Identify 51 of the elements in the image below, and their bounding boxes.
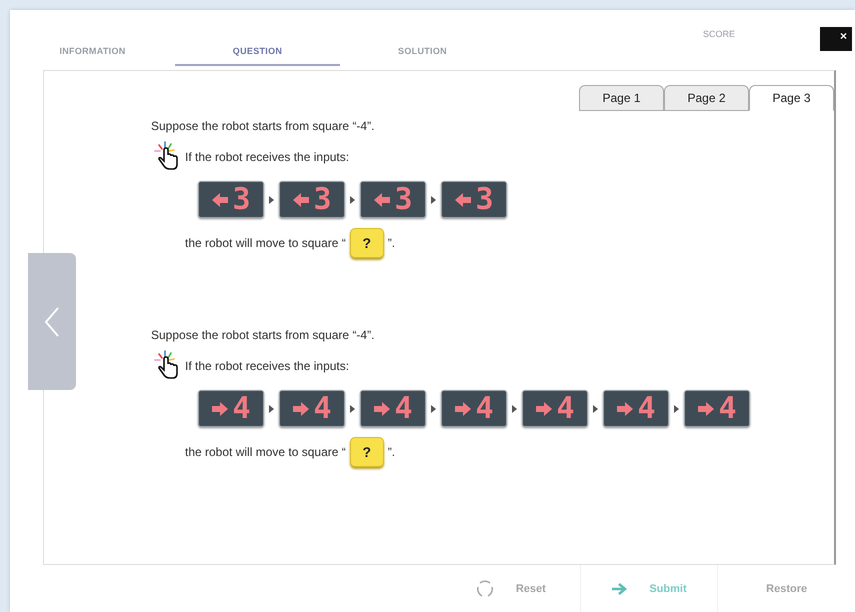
reset-icon	[476, 578, 494, 598]
question-text: Suppose the robot starts from square “-4”.	[151, 328, 376, 342]
arrow-icon	[211, 400, 230, 418]
answer-button[interactable]: ?	[350, 437, 384, 467]
page-tab[interactable]: Page 2	[664, 85, 749, 111]
arrow-right-icon	[611, 582, 628, 596]
nav-tab[interactable]: QUESTION	[175, 10, 340, 66]
triangle-icon	[512, 404, 517, 412]
triangle-icon	[350, 196, 355, 204]
arrow-icon	[454, 190, 472, 208]
command-tile: 3	[279, 181, 345, 218]
answer-text: ”.	[388, 445, 396, 459]
arrow-icon	[292, 400, 310, 418]
question-text: Suppose the robot starts from square “-4”.	[151, 119, 376, 133]
arrow-icon	[373, 190, 392, 208]
command-tile: 4	[522, 390, 588, 427]
prompt-text: If the robot receives the inputs:	[185, 150, 350, 164]
command-tile: 4	[441, 390, 507, 427]
triangle-icon	[350, 404, 355, 412]
command-tile: 4	[198, 390, 264, 427]
arrow-icon	[535, 400, 554, 418]
triangle-icon	[593, 404, 598, 412]
triangle-icon	[674, 404, 679, 412]
arrow-icon	[292, 190, 310, 208]
arrow-icon	[454, 400, 472, 418]
arrow-icon	[616, 400, 634, 418]
answer-button[interactable]: ?	[350, 228, 384, 258]
score-label: SCORE	[703, 29, 736, 39]
triangle-icon	[269, 404, 274, 412]
command-tile: 4	[603, 390, 669, 427]
triangle-icon	[431, 196, 436, 204]
chevron-left-icon	[45, 306, 59, 336]
triangle-icon	[269, 196, 274, 204]
page-tab[interactable]: Page 3	[749, 85, 834, 111]
arrow-icon	[211, 190, 230, 208]
arrow-icon	[373, 400, 392, 418]
command-tile: 3	[198, 181, 264, 218]
answer-text: the robot will move to square “	[185, 445, 346, 459]
command-tile: 4	[279, 390, 345, 427]
close-button[interactable]: ×	[820, 27, 852, 51]
prompt-text: If the robot receives the inputs:	[185, 359, 350, 373]
command-tile: 4	[684, 390, 750, 427]
answer-text: ”.	[388, 236, 396, 250]
page-tab[interactable]: Page 1	[579, 85, 664, 111]
answer-text: the robot will move to square “	[185, 236, 346, 250]
previous-button[interactable]	[28, 253, 76, 390]
triangle-icon	[431, 404, 436, 412]
command-tile: 4	[360, 390, 426, 427]
command-tile: 3	[441, 181, 507, 218]
arrow-icon	[697, 400, 716, 418]
command-tile: 3	[360, 181, 426, 218]
